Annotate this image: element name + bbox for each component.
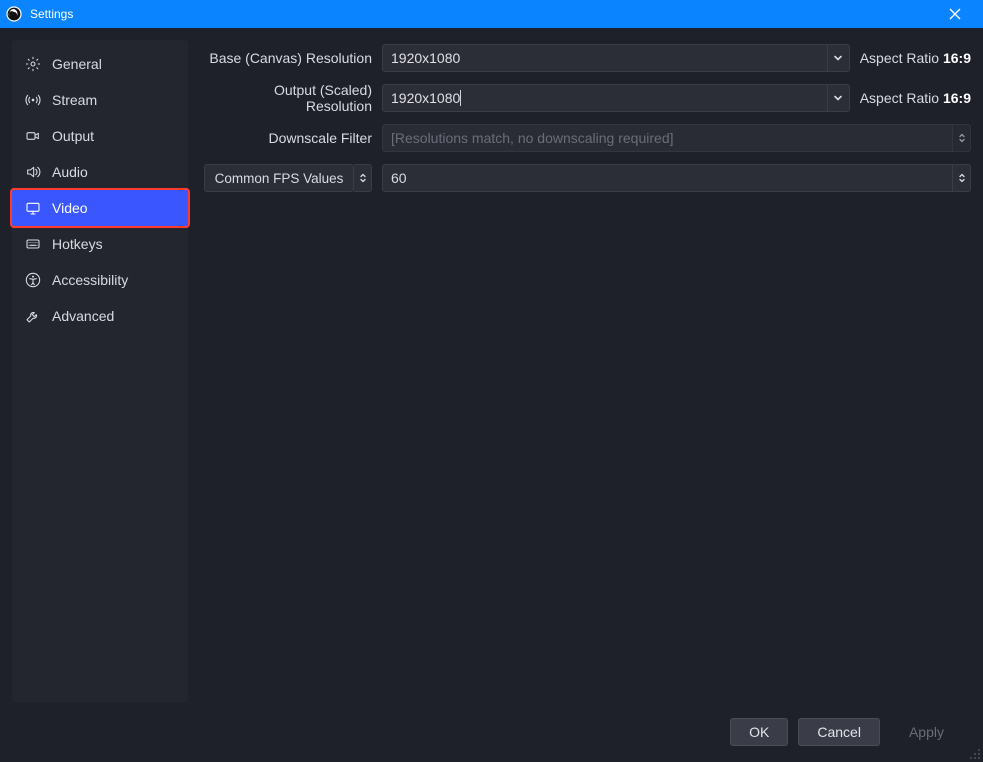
downscale-filter-placeholder: [Resolutions match, no downscaling requi…	[391, 130, 674, 146]
sidebar-item-general[interactable]: General	[12, 46, 188, 82]
sidebar-item-stream[interactable]: Stream	[12, 82, 188, 118]
cancel-button[interactable]: Cancel	[798, 718, 880, 746]
output-resolution-dropdown-button[interactable]	[828, 84, 850, 112]
sidebar-item-output[interactable]: Output	[12, 118, 188, 154]
row-fps: Common FPS Values 60	[204, 164, 971, 192]
fps-value-combo[interactable]: 60	[382, 164, 971, 192]
video-settings-panel: Base (Canvas) Resolution 1920x1080 Aspec…	[204, 40, 971, 702]
dialog-footer: OK Cancel Apply	[730, 718, 963, 746]
downscale-filter-label: Downscale Filter	[204, 130, 372, 146]
output-resolution-label: Output (Scaled) Resolution	[204, 82, 372, 114]
downscale-filter-spinner	[953, 124, 971, 152]
speaker-icon	[24, 163, 42, 181]
sidebar-item-label: Stream	[52, 92, 97, 108]
fps-mode-combo[interactable]: Common FPS Values	[204, 164, 372, 192]
monitor-icon	[24, 199, 42, 217]
keyboard-icon	[24, 235, 42, 253]
sidebar-item-audio[interactable]: Audio	[12, 154, 188, 190]
ok-button[interactable]: OK	[730, 718, 788, 746]
output-resolution-field[interactable]: 1920x1080	[382, 84, 828, 112]
aspect-prefix: Aspect Ratio	[860, 90, 943, 106]
window-title: Settings	[30, 7, 935, 21]
output-aspect-ratio: Aspect Ratio 16:9	[860, 90, 971, 106]
fps-mode-spinner[interactable]	[354, 164, 372, 192]
titlebar: Settings	[0, 0, 983, 28]
base-aspect-ratio: Aspect Ratio 16:9	[860, 50, 971, 66]
sidebar-item-accessibility[interactable]: Accessibility	[12, 262, 188, 298]
row-output-resolution: Output (Scaled) Resolution 1920x1080 Asp…	[204, 84, 971, 112]
settings-frame: General Stream Output Audio	[0, 28, 983, 762]
sidebar-item-hotkeys[interactable]: Hotkeys	[12, 226, 188, 262]
sidebar-item-label: Accessibility	[52, 272, 128, 288]
accessibility-icon	[24, 271, 42, 289]
row-base-resolution: Base (Canvas) Resolution 1920x1080 Aspec…	[204, 44, 971, 72]
fps-value-field[interactable]: 60	[382, 164, 953, 192]
resize-grip-icon[interactable]	[969, 748, 981, 760]
output-resolution-combo[interactable]: 1920x1080	[382, 84, 850, 112]
obs-app-icon	[6, 6, 22, 22]
fps-mode-field[interactable]: Common FPS Values	[204, 164, 354, 192]
broadcast-icon	[24, 91, 42, 109]
settings-sidebar: General Stream Output Audio	[12, 40, 188, 702]
sidebar-item-label: Output	[52, 128, 94, 144]
row-downscale-filter: Downscale Filter [Resolutions match, no …	[204, 124, 971, 152]
fps-value-spinner[interactable]	[953, 164, 971, 192]
recorder-icon	[24, 127, 42, 145]
downscale-filter-combo: [Resolutions match, no downscaling requi…	[382, 124, 971, 152]
sidebar-item-advanced[interactable]: Advanced	[12, 298, 188, 334]
text-caret	[460, 90, 461, 106]
sidebar-item-label: Video	[52, 200, 88, 216]
apply-button: Apply	[890, 718, 963, 746]
window-close-button[interactable]	[935, 0, 975, 28]
base-resolution-field[interactable]: 1920x1080	[382, 44, 828, 72]
sidebar-item-label: General	[52, 56, 102, 72]
aspect-value: 16:9	[943, 90, 971, 106]
gear-icon	[24, 55, 42, 73]
base-resolution-dropdown-button[interactable]	[828, 44, 850, 72]
tools-icon	[24, 307, 42, 325]
aspect-prefix: Aspect Ratio	[860, 50, 943, 66]
sidebar-item-label: Hotkeys	[52, 236, 103, 252]
sidebar-item-label: Advanced	[52, 308, 114, 324]
base-resolution-label: Base (Canvas) Resolution	[204, 50, 372, 66]
output-resolution-value: 1920x1080	[391, 90, 460, 106]
downscale-filter-field: [Resolutions match, no downscaling requi…	[382, 124, 953, 152]
sidebar-item-label: Audio	[52, 164, 88, 180]
aspect-value: 16:9	[943, 50, 971, 66]
base-resolution-combo[interactable]: 1920x1080	[382, 44, 850, 72]
sidebar-item-video[interactable]: Video	[12, 190, 188, 226]
